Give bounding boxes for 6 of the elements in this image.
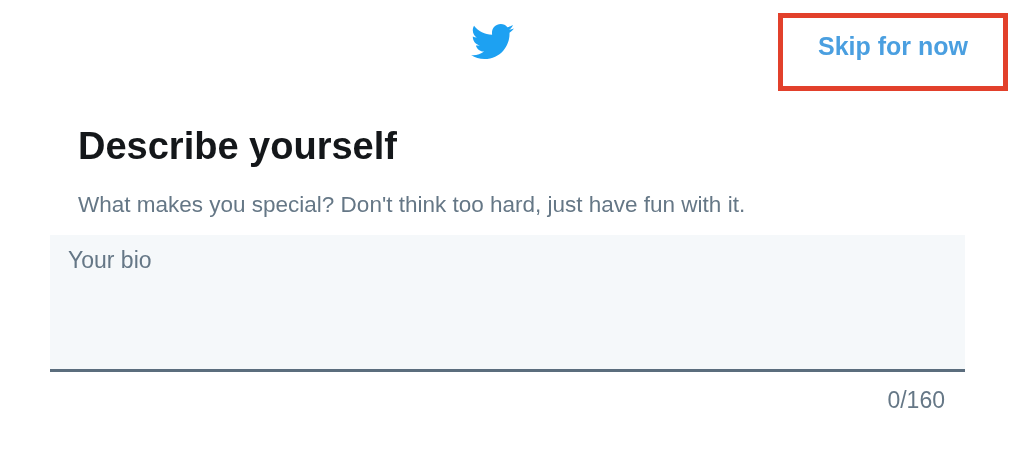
page-title: Describe yourself <box>78 124 398 168</box>
subtitle: What makes you special? Don't think too hard, just have fun with it. <box>78 191 747 219</box>
bio-field[interactable]: Your bio <box>50 235 965 372</box>
bird-logo-icon <box>471 24 514 60</box>
skip-link[interactable]: Skip for now <box>818 32 968 62</box>
character-counter: 0/160 <box>887 386 945 414</box>
